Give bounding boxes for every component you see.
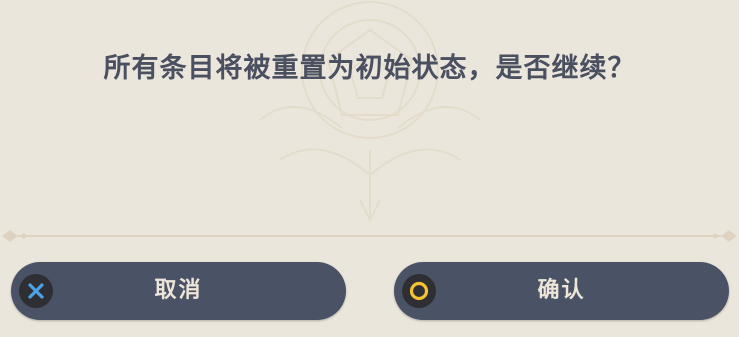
cancel-button[interactable]: 取消 xyxy=(11,262,346,320)
confirm-button[interactable]: 确认 xyxy=(394,262,729,320)
dialog-message: 所有条目将被重置为初始状态，是否继续？ xyxy=(103,53,636,84)
confirm-button-label: 确认 xyxy=(537,278,586,303)
cancel-button-label: 取消 xyxy=(154,278,203,303)
confirm-dialog: 所有条目将被重置为初始状态，是否继续？ 取消 确认 xyxy=(0,0,739,337)
emblem-watermark xyxy=(259,1,481,223)
divider xyxy=(2,230,737,242)
